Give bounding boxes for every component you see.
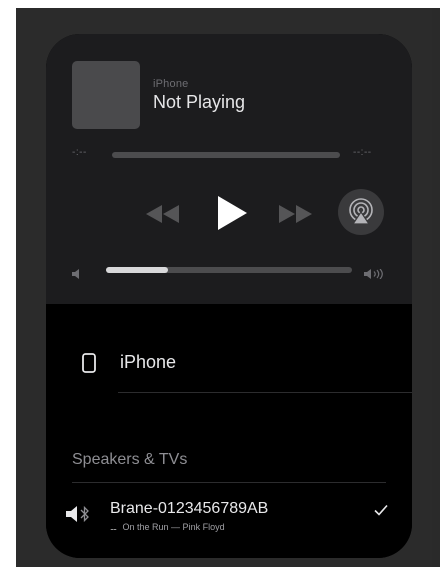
- airplay-button[interactable]: [338, 189, 384, 235]
- iphone-icon: [82, 353, 96, 378]
- now-playing-panel: iPhone Not Playing -:-- --:--: [46, 34, 412, 304]
- device-label-iphone: iPhone: [120, 352, 177, 372]
- remaining-time: --:--: [353, 147, 372, 158]
- section-header-speakers-tvs: Speakers & TVs: [72, 451, 188, 468]
- rewind-button[interactable]: [144, 202, 182, 226]
- fast-forward-button[interactable]: [276, 202, 314, 226]
- speaker-track-info: On the Run — Pink Floyd: [122, 522, 225, 532]
- audio-output-card: iPhone Not Playing -:-- --:-- iPhone Spe…: [46, 34, 412, 558]
- bluetooth-speaker-icon: [66, 505, 92, 528]
- rewind-icon: [146, 205, 179, 223]
- checkmark-icon: [374, 503, 388, 521]
- divider: [72, 482, 386, 483]
- album-artwork: [72, 61, 140, 129]
- speaker-now-playing: .... On the Run — Pink Floyd: [110, 522, 225, 532]
- device-row-iphone[interactable]: iPhone: [46, 344, 412, 380]
- play-icon: [218, 196, 247, 230]
- elapsed-time: -:--: [72, 147, 87, 158]
- speaker-name: Brane-0123456789AB: [110, 500, 269, 517]
- play-button[interactable]: [214, 194, 250, 232]
- playing-indicator: ....: [110, 522, 117, 532]
- airplay-icon: [349, 198, 373, 225]
- device-row-speaker[interactable]: Brane-0123456789AB .... On the Run — Pin…: [46, 494, 412, 544]
- speaker-high-icon: [364, 266, 386, 284]
- now-playing-title: Not Playing: [153, 92, 246, 112]
- divider: [118, 392, 412, 393]
- now-playing-source: iPhone: [153, 78, 189, 90]
- fast-forward-icon: [279, 205, 312, 223]
- volume-slider[interactable]: [106, 267, 352, 273]
- volume-level-fill: [106, 267, 168, 273]
- screen-edge: [432, 8, 440, 567]
- playback-scrubber[interactable]: [112, 152, 340, 158]
- output-device-list: iPhone Speakers & TVs Brane-0123456789AB…: [46, 304, 412, 558]
- speaker-low-icon: [72, 266, 82, 284]
